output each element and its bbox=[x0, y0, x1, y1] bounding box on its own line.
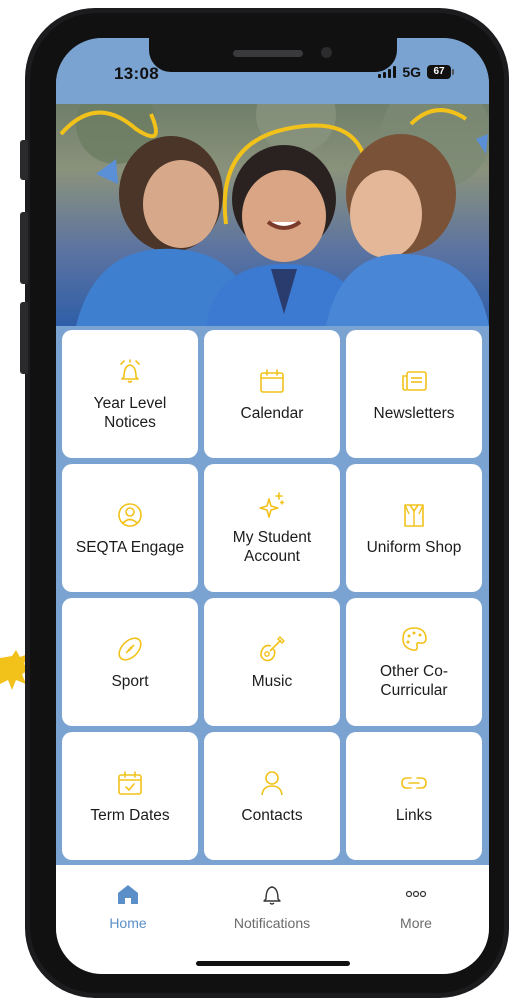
tile-label: Year Level Notices bbox=[93, 395, 167, 431]
tile-label: My Student Account bbox=[232, 529, 312, 565]
newspaper-icon bbox=[402, 370, 427, 391]
network-type: 5G bbox=[402, 64, 421, 80]
bell-icon bbox=[263, 886, 281, 905]
tile-sport[interactable]: Sport bbox=[62, 598, 198, 726]
tile-label: Music bbox=[251, 672, 293, 690]
volume-up-button bbox=[20, 212, 28, 284]
tab-notifications[interactable]: Notifications bbox=[212, 881, 332, 931]
football-icon bbox=[118, 636, 142, 661]
tile-label: Term Dates bbox=[90, 806, 170, 824]
camera-notch bbox=[149, 38, 397, 72]
tile-contacts[interactable]: Contacts bbox=[204, 732, 340, 860]
phone-screen: 13:08 5G 67 Year Level Notices Calendar … bbox=[56, 38, 489, 974]
tile-label: Links bbox=[395, 806, 433, 824]
alarm-bell-icon bbox=[120, 359, 140, 383]
status-time: 13:08 bbox=[114, 64, 159, 83]
tile-year-level-notices[interactable]: Year Level Notices bbox=[62, 330, 198, 458]
link-icon bbox=[401, 776, 427, 789]
tab-more[interactable]: More bbox=[356, 881, 476, 931]
speaker-grille bbox=[233, 50, 303, 57]
user-circle-icon bbox=[118, 502, 142, 527]
tile-my-student-account[interactable]: My Student Account bbox=[204, 464, 340, 592]
sparkles-icon bbox=[259, 492, 285, 518]
tile-links[interactable]: Links bbox=[346, 732, 482, 860]
tile-uniform-shop[interactable]: Uniform Shop bbox=[346, 464, 482, 592]
tab-label-notifications: Notifications bbox=[233, 915, 311, 931]
person-icon bbox=[261, 770, 283, 795]
hero-image bbox=[56, 104, 489, 326]
front-camera bbox=[321, 47, 332, 58]
tile-newsletters[interactable]: Newsletters bbox=[346, 330, 482, 458]
tile-label: Sport bbox=[111, 672, 149, 690]
tile-label: Contacts bbox=[241, 806, 303, 824]
home-icon bbox=[118, 885, 138, 904]
tile-term-dates[interactable]: Term Dates bbox=[62, 732, 198, 860]
tile-label: Uniform Shop bbox=[366, 538, 462, 556]
tile-label: Other Co- Curricular bbox=[379, 663, 449, 699]
shirt-icon bbox=[404, 503, 424, 527]
battery-icon: 67 bbox=[427, 65, 454, 79]
tab-label-home: Home bbox=[109, 915, 147, 931]
menu-grid: Year Level Notices Calendar Newsletters bbox=[62, 330, 483, 860]
calendar-icon bbox=[260, 368, 284, 393]
calendar-check-icon bbox=[118, 770, 142, 795]
tab-label-more: More bbox=[400, 915, 432, 931]
guitar-icon bbox=[260, 635, 285, 661]
home-indicator bbox=[196, 961, 350, 966]
hero-photo-students bbox=[59, 104, 489, 326]
tile-label: Calendar bbox=[240, 404, 304, 422]
tile-music[interactable]: Music bbox=[204, 598, 340, 726]
tab-home[interactable]: Home bbox=[68, 881, 188, 931]
silent-switch bbox=[20, 140, 28, 180]
tile-label: SEQTA Engage bbox=[75, 538, 185, 556]
tile-label: Newsletters bbox=[373, 404, 455, 422]
bottom-tab-bar: Home Notifications More bbox=[56, 865, 489, 974]
more-dots-icon bbox=[405, 890, 427, 898]
volume-down-button bbox=[20, 302, 28, 374]
tile-other-co-curricular[interactable]: Other Co- Curricular bbox=[346, 598, 482, 726]
tile-calendar[interactable]: Calendar bbox=[204, 330, 340, 458]
palette-icon bbox=[402, 627, 427, 651]
tile-seqta-engage[interactable]: SEQTA Engage bbox=[62, 464, 198, 592]
